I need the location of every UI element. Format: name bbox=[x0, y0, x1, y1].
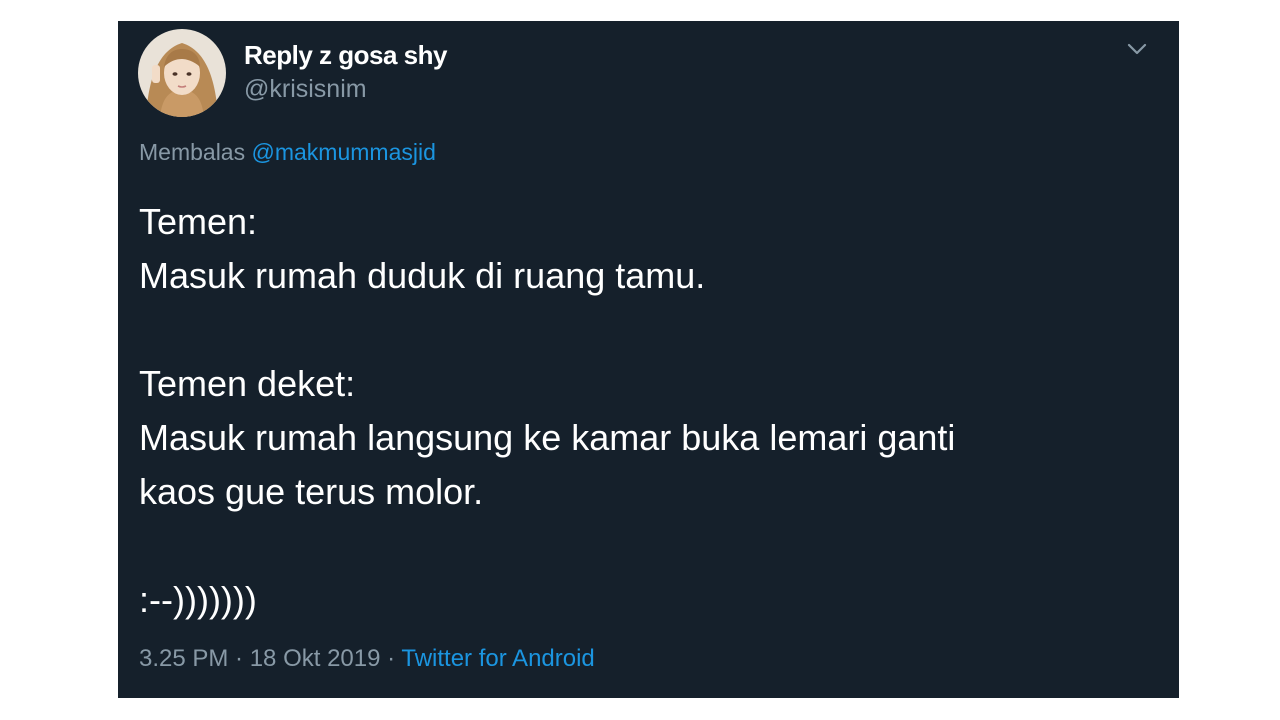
tweet-source-link[interactable]: Twitter for Android bbox=[401, 645, 594, 672]
tweet-text-line: Temen: bbox=[139, 201, 258, 242]
avatar[interactable] bbox=[138, 29, 226, 117]
tweet-text-line bbox=[139, 303, 1139, 357]
tweet-text-line: :--))))))) bbox=[139, 579, 257, 620]
tweet-timestamp[interactable]: 3.25 PM · 18 Okt 2019 · bbox=[139, 645, 395, 672]
tweet-meta: 3.25 PM · 18 Okt 2019 · Twitter for Andr… bbox=[139, 645, 595, 673]
reply-prefix: Membalas bbox=[139, 139, 246, 165]
tweet-text: Temen: Masuk rumah duduk di ruang tamu. … bbox=[139, 195, 1139, 627]
reply-context: Membalas @makmummasjid bbox=[139, 139, 436, 166]
tweet-text-line bbox=[139, 519, 1139, 573]
tweet-text-line: Temen deket: bbox=[139, 363, 356, 404]
author-display-name[interactable]: Reply z gosa shy bbox=[244, 40, 447, 71]
avatar-image bbox=[138, 29, 226, 117]
tweet-text-line: kaos gue terus molor. bbox=[139, 471, 484, 512]
reply-mention-link[interactable]: @makmummasjid bbox=[252, 139, 436, 165]
tweet-card: Reply z gosa shy @krisisnim Membalas @ma… bbox=[118, 21, 1179, 698]
tweet-text-line: Masuk rumah langsung ke kamar buka lemar… bbox=[139, 417, 956, 458]
tweet-text-line: Masuk rumah duduk di ruang tamu. bbox=[139, 255, 706, 296]
author-handle[interactable]: @krisisnim bbox=[244, 75, 367, 104]
chevron-down-icon[interactable] bbox=[1125, 39, 1149, 59]
